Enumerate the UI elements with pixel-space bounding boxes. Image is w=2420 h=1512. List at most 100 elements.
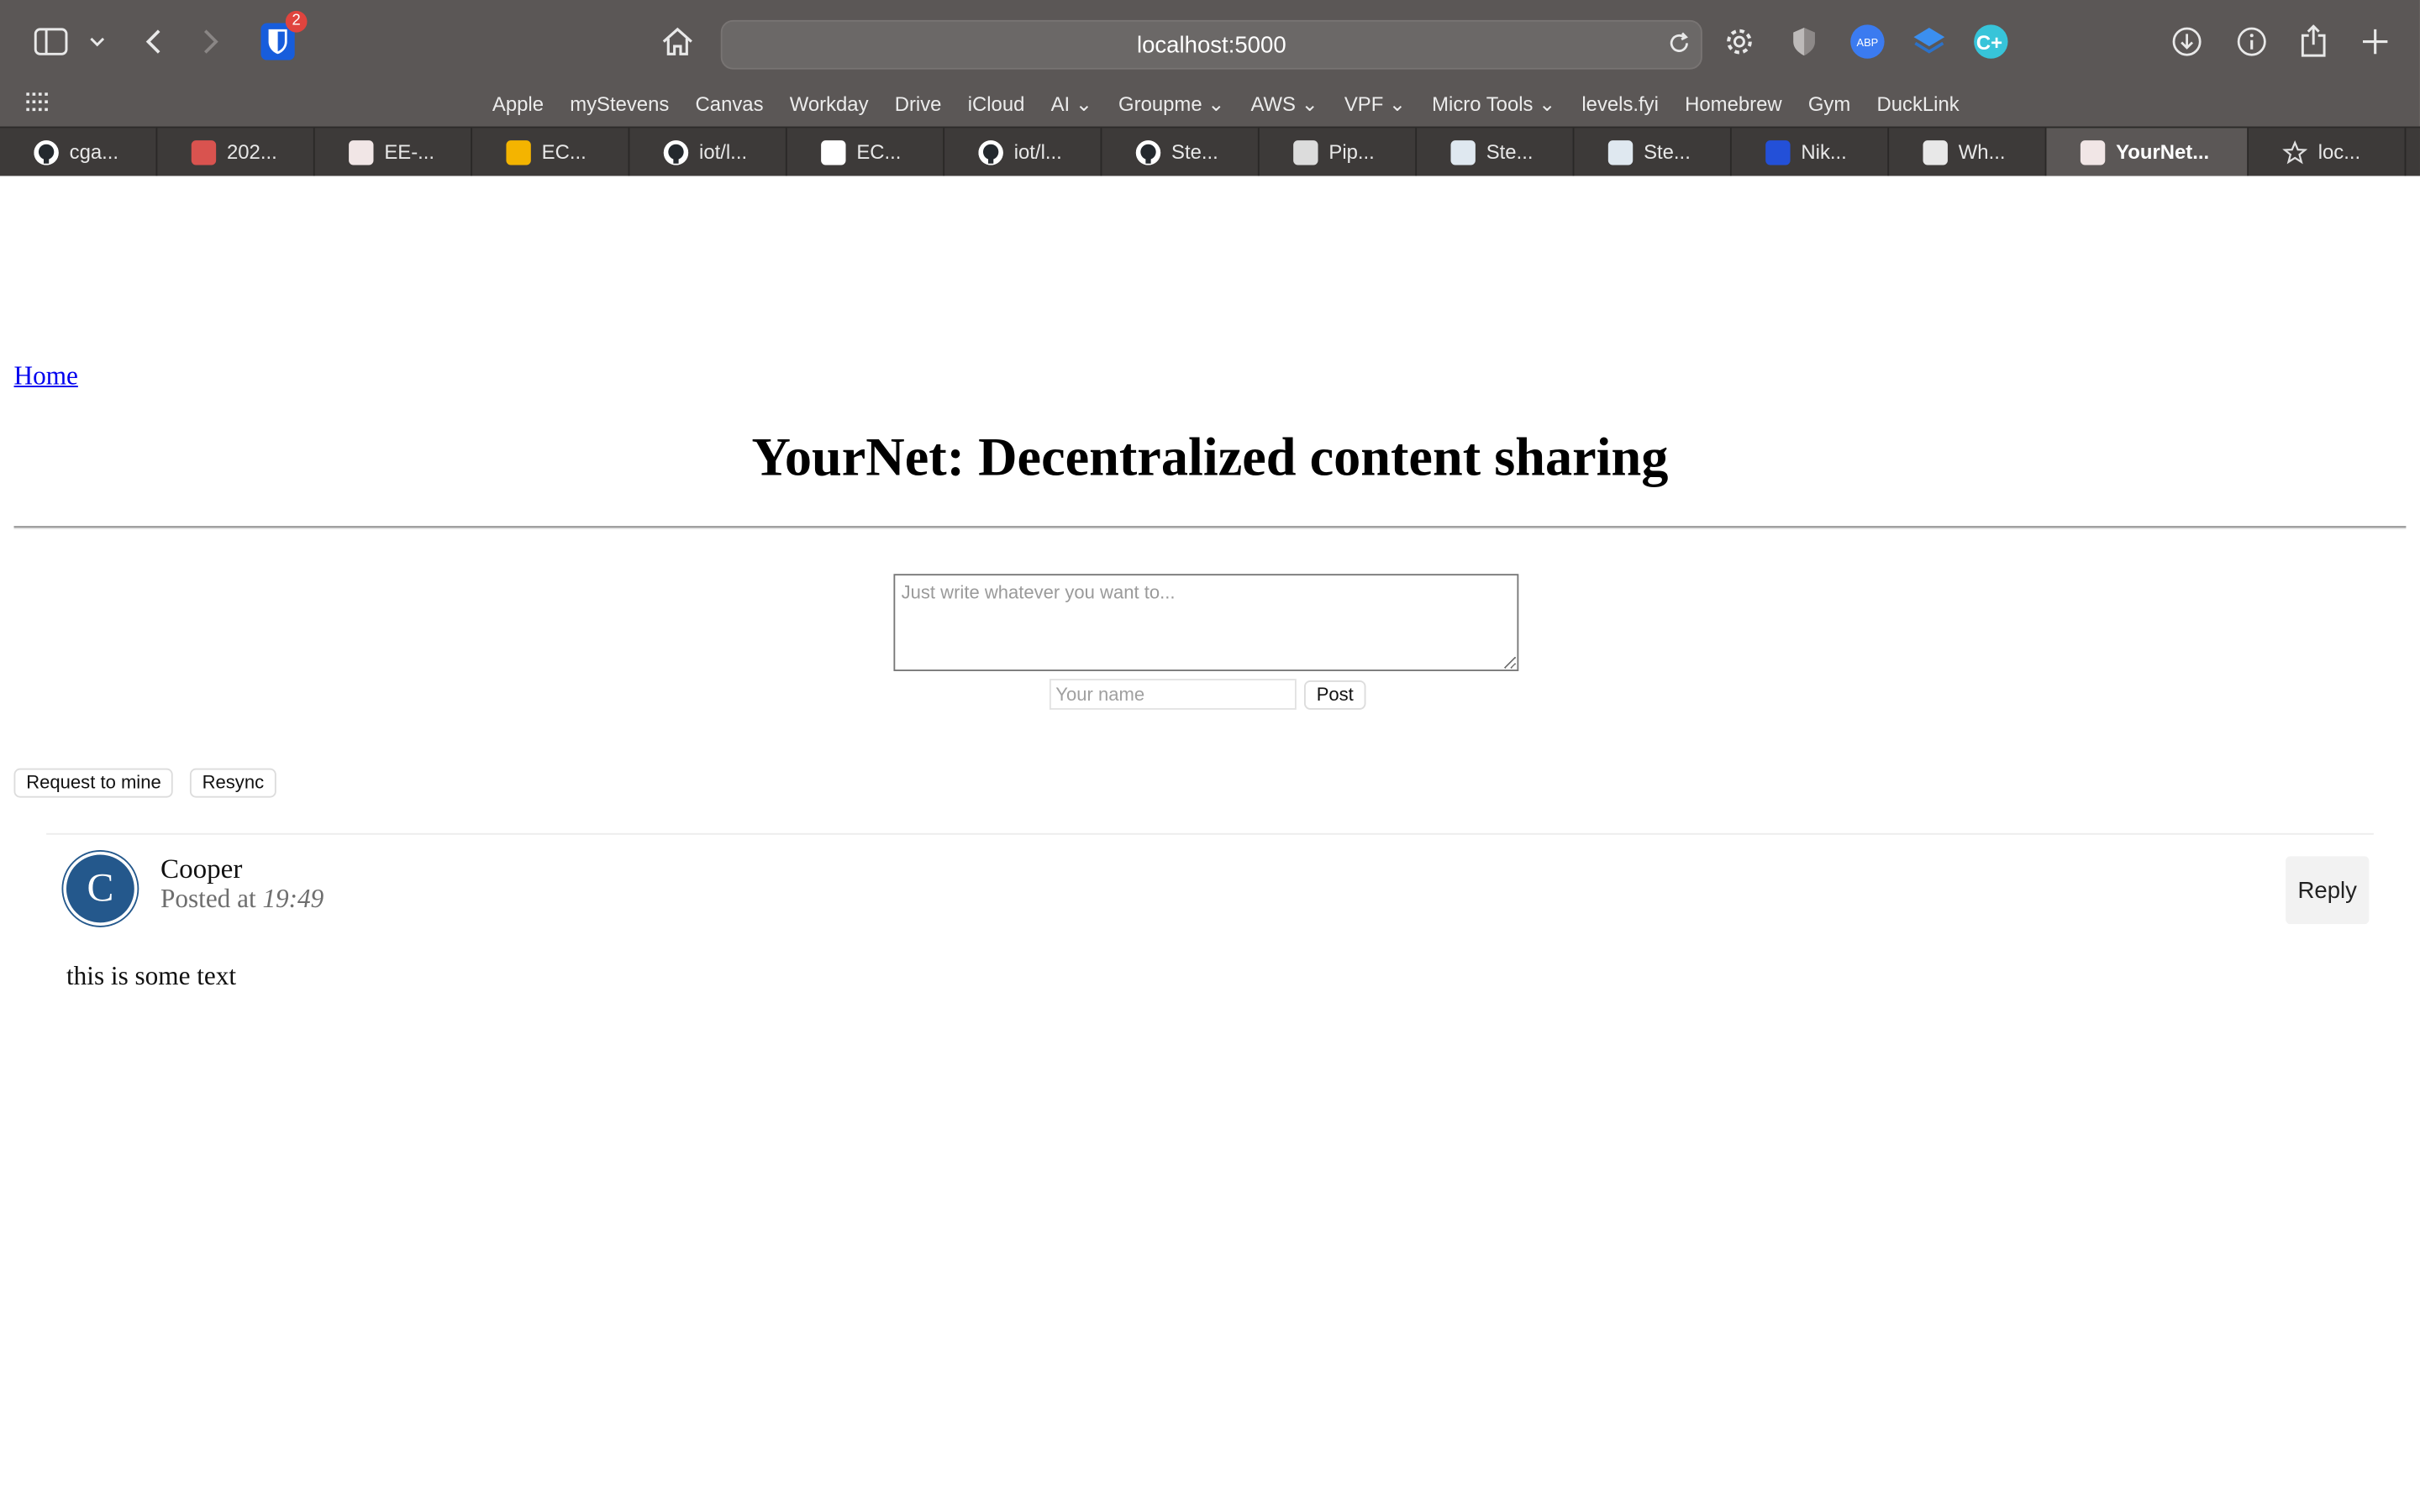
chevron-down-icon[interactable] (77, 22, 118, 62)
tab-label: Pip... (1328, 140, 1375, 164)
browser-tab[interactable]: YourNet... (2046, 128, 2249, 176)
post-timestamp: Posted at 19:49 (160, 884, 324, 915)
github-icon (663, 139, 689, 165)
browser-tab[interactable]: EC... (472, 128, 630, 176)
github-icon (1135, 139, 1161, 165)
tab-label: Wh... (1958, 140, 2006, 164)
post-author: Cooper (160, 853, 243, 885)
bookmark-item[interactable]: AWS ⌄ (1250, 92, 1318, 117)
svg-text:ABP: ABP (1857, 36, 1879, 49)
slides-icon (506, 139, 531, 165)
privacy-shield-icon[interactable] (1784, 22, 1824, 62)
bookmark-item[interactable]: AI ⌄ (1051, 92, 1092, 117)
avatar: C (63, 851, 138, 927)
browser-tab[interactable]: EC... (787, 128, 945, 176)
red-logo-icon (191, 139, 217, 165)
bookmark-list: Apple myStevens Canvas Workday Drive iCloud AI… (492, 92, 1960, 117)
bookmark-item[interactable]: Drive (895, 92, 942, 117)
tab-label: cga... (69, 140, 119, 164)
tab-label: Ste... (1644, 140, 1691, 164)
feed-divider (46, 832, 2374, 835)
github-icon (978, 139, 1003, 165)
layers-icon[interactable] (1909, 22, 1949, 62)
browser-tab[interactable]: Ste... (1574, 128, 1732, 176)
bookmark-item[interactable]: myStevens (570, 92, 669, 117)
s-icon (1923, 139, 1948, 165)
panel-icon (1293, 139, 1318, 165)
bookmark-item[interactable]: Micro Tools ⌄ (1432, 92, 1555, 117)
bookmark-item[interactable]: Gym (1808, 92, 1850, 117)
reload-icon[interactable] (1667, 31, 1691, 55)
tab-label: loc... (2317, 140, 2361, 164)
bookmark-item[interactable]: levels.fyi (1581, 92, 1659, 117)
new-tab-icon[interactable] (2355, 22, 2396, 62)
notification-badge: 2 (285, 10, 308, 33)
bookmark-item[interactable]: Canvas (696, 92, 764, 117)
tab-label: EE-... (384, 140, 435, 164)
github-icon (34, 139, 59, 165)
browser-tab[interactable]: Nik... (1732, 128, 1890, 176)
sidebar-toggle-icon[interactable] (31, 22, 71, 62)
tab-label: EC... (856, 140, 902, 164)
bookmark-item[interactable]: Homebrew (1685, 92, 1781, 117)
download-icon[interactable] (2167, 22, 2207, 62)
bookmark-item[interactable]: DuckLink (1876, 92, 1959, 117)
avatar-letter: C (87, 865, 114, 911)
browser-tab[interactable]: Ste... (1417, 128, 1575, 176)
stevens-icon (1607, 139, 1634, 165)
browser-tab[interactable]: 202... (157, 128, 315, 176)
browser-tab[interactable]: Wh... (1889, 128, 2047, 176)
url-text: localhost:5000 (1136, 31, 1286, 58)
browser-tab[interactable]: Ste... (1102, 128, 1260, 176)
page-title: YourNet: Decentralized content sharing (751, 427, 1669, 488)
blue-logo-icon (1765, 139, 1791, 165)
bitwarden-extension-button[interactable]: 2 (258, 10, 308, 62)
svg-text:C+: C+ (1976, 32, 2002, 55)
back-arrow-icon[interactable] (133, 22, 173, 62)
browser-toolbar: 2 localhost:5000 ABP C+ (0, 0, 2420, 83)
bookmark-item[interactable]: VPF ⌄ (1344, 92, 1406, 117)
post-body: this is some text (66, 961, 237, 991)
tab-label: YourNet... (2116, 140, 2210, 164)
apps-grid-icon[interactable] (26, 92, 48, 112)
browser-tab[interactable]: iot/l... (944, 128, 1102, 176)
browser-chrome: 2 localhost:5000 ABP C+ Apple myStevens … (0, 0, 2420, 176)
resync-button[interactable]: Resync (189, 768, 276, 798)
bookmark-item[interactable]: iCloud (968, 92, 1025, 117)
home-link[interactable]: Home (14, 361, 78, 392)
share-icon[interactable] (2293, 22, 2333, 62)
browser-tab[interactable]: cga... (0, 128, 158, 176)
tab-strip: cga... 202... EE-... EC... iot/l... EC... iot/… (0, 126, 2420, 176)
adblock-icon[interactable]: ABP (1848, 22, 1888, 62)
post-button[interactable]: Post (1304, 680, 1366, 710)
browser-tab[interactable]: Pip... (1260, 128, 1418, 176)
gear-icon[interactable] (1719, 22, 1760, 62)
tab-label: Ste... (1486, 140, 1534, 164)
cplus-extension-icon[interactable]: C+ (1970, 22, 2011, 62)
title-divider (13, 526, 2407, 529)
reply-button[interactable]: Reply (2286, 856, 2370, 925)
star-icon (2282, 139, 2308, 164)
posted-prefix: Posted at (160, 884, 256, 914)
author-name-input[interactable] (1049, 679, 1297, 710)
forward-arrow-icon[interactable] (192, 22, 232, 62)
stevens-icon (2080, 139, 2106, 165)
request-to-mine-button[interactable]: Request to mine (13, 768, 174, 798)
stevens-icon (1450, 139, 1476, 165)
tab-label: Nik... (1801, 140, 1847, 164)
bookmark-item[interactable]: Apple (492, 92, 544, 117)
home-icon[interactable] (657, 22, 697, 62)
bookmark-item[interactable]: Workday (790, 92, 869, 117)
info-icon[interactable] (2232, 22, 2272, 62)
browser-tab[interactable]: EE-... (315, 128, 473, 176)
post-compose-textarea[interactable] (893, 574, 1519, 671)
stevens-icon (349, 139, 374, 165)
post-time: 19:49 (262, 884, 324, 914)
bookmark-item[interactable]: Groupme ⌄ (1118, 92, 1224, 117)
address-bar[interactable]: localhost:5000 (720, 19, 1702, 70)
browser-tab[interactable]: loc... (2249, 128, 2407, 176)
tab-label: Ste... (1171, 140, 1218, 164)
browser-tab[interactable]: iot/l... (629, 128, 787, 176)
google-icon (821, 139, 846, 165)
tab-label: iot/l... (1013, 140, 1062, 164)
